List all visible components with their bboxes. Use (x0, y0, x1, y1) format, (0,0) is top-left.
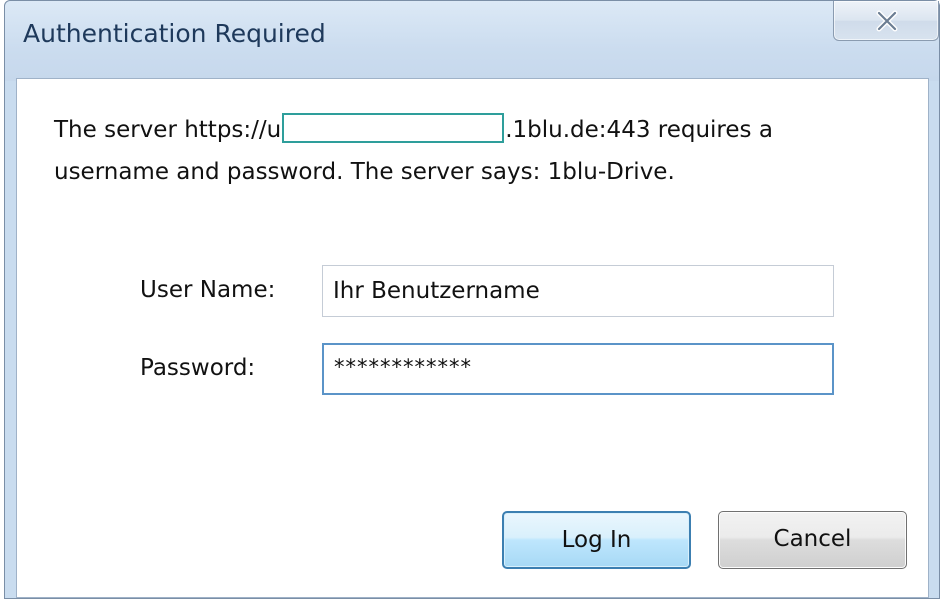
message-suffix: .1blu.de:443 requires a (505, 117, 773, 143)
message-prefix: The server https://u (54, 117, 282, 143)
password-input[interactable]: ************ (322, 343, 834, 395)
cancel-button[interactable]: Cancel (718, 511, 907, 569)
dialog-title: Authentication Required (23, 19, 326, 48)
auth-dialog-window: Authentication Required The server https… (4, 0, 940, 599)
redacted-hostname (282, 113, 505, 143)
password-label: Password: (140, 355, 256, 381)
login-button[interactable]: Log In (502, 511, 691, 569)
username-label: User Name: (140, 277, 276, 303)
close-icon (876, 10, 898, 32)
message-line-1: The server https://u .1blu.de:443 require… (54, 109, 914, 151)
username-input[interactable]: Ihr Benutzername (322, 265, 834, 317)
message-line-2: username and password. The server says: … (54, 159, 675, 185)
server-message: The server https://u .1blu.de:443 require… (54, 109, 914, 193)
close-button[interactable] (833, 1, 939, 41)
dialog-content: The server https://u .1blu.de:443 require… (16, 78, 929, 598)
title-bar[interactable]: Authentication Required (5, 1, 939, 81)
